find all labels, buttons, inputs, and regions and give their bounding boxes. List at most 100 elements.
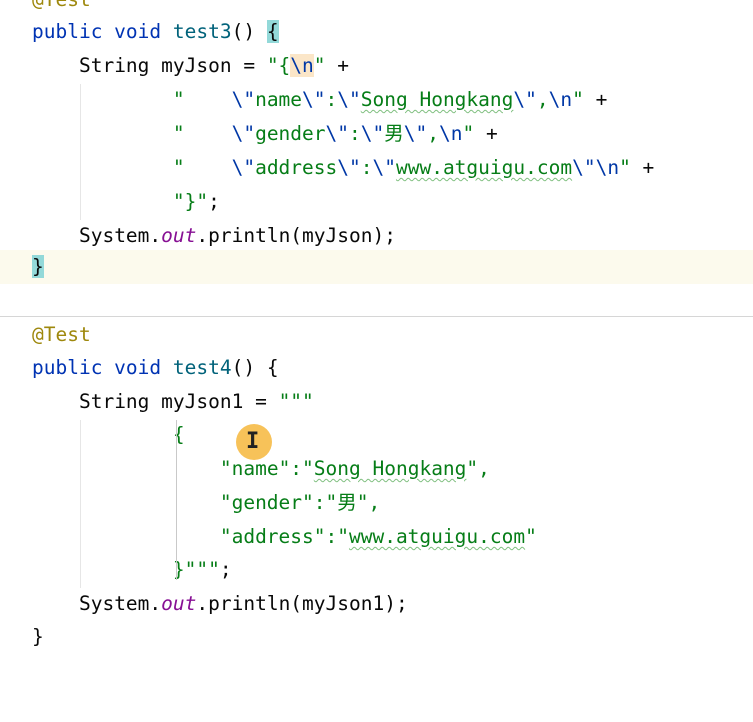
escape-quote: \"	[337, 156, 361, 179]
signature-parens: ()	[231, 20, 267, 43]
code-line-test3-signature[interactable]: public void test3() {	[0, 15, 753, 49]
string-quote: "	[462, 122, 475, 145]
string-colon: :	[349, 122, 361, 145]
text-block-indent-guide	[176, 420, 177, 580]
string-colon: :	[325, 88, 338, 111]
string-close-brace: "}"	[172, 190, 209, 213]
code-line-myjson-declaration[interactable]: String myJson = "{\n" +	[0, 49, 753, 83]
static-field-out: out	[161, 224, 197, 247]
escape-quote: \"	[360, 122, 385, 145]
string-part: "	[172, 156, 232, 179]
escape-newline: \n	[439, 122, 463, 145]
escape-quote: \"	[572, 156, 596, 179]
escape-quote: \"	[513, 88, 537, 111]
println-call: .println(myJson);	[196, 224, 396, 247]
system-class: System.	[78, 224, 162, 247]
string-comma: ,	[427, 122, 439, 145]
text-block-close: }"""	[172, 558, 220, 581]
text-block-open: """	[278, 390, 314, 413]
string-value-name: Song Hongkang	[360, 88, 514, 111]
code-line-name-field[interactable]: " \"name\":\"Song Hongkang\",\n" +	[0, 83, 753, 117]
escape-quote: \"	[337, 88, 361, 111]
matched-open-brace: {	[266, 20, 279, 43]
code-line-test4-signature[interactable]: public void test4() {	[0, 351, 753, 385]
string-value-address: www.atguigu.com	[395, 156, 573, 179]
concat-operator: +	[325, 54, 350, 77]
text-block-open-brace: {	[172, 423, 185, 446]
string-key-address: address	[255, 156, 338, 179]
text-comma: ",	[356, 491, 381, 514]
method-name-test3: test3	[172, 20, 232, 43]
escape-quote: \"	[325, 122, 350, 145]
escape-quote: \"	[403, 122, 428, 145]
code-line-close-string[interactable]: "}";	[0, 185, 753, 219]
code-line-address-field[interactable]: " \"address\":\"www.atguigu.com\"\n" +	[0, 151, 753, 185]
keyword-public-void: public void	[32, 20, 173, 43]
escape-quote: \"	[372, 156, 396, 179]
code-line-text-block-close[interactable]: }""";	[0, 553, 753, 587]
text-cursor-icon: I	[246, 429, 260, 454]
semicolon: ;	[219, 558, 232, 581]
keyword-public-void: public void	[32, 356, 173, 379]
code-line-println-myjson1[interactable]: System.out.println(myJson1);	[0, 587, 753, 621]
method-name-test4: test4	[172, 356, 232, 379]
code-editor[interactable]: @Test public void test3() { String myJso…	[0, 0, 753, 669]
text-value-name: Song Hongkang	[313, 457, 467, 480]
concat-operator: +	[474, 122, 498, 145]
text-key-address: "address":"	[219, 525, 349, 548]
escape-newline: \n	[548, 88, 573, 111]
code-line-text-block-address[interactable]: "address":"www.atguigu.com"	[0, 520, 753, 554]
text-value-address: www.atguigu.com	[348, 525, 526, 548]
escape-quote: \"	[231, 156, 256, 179]
code-line-myjson1-declaration[interactable]: String myJson1 = """	[0, 385, 753, 419]
code-line-text-block-name[interactable]: "name":"Song Hongkang",	[0, 452, 753, 486]
code-line-println-myjson[interactable]: System.out.println(myJson);	[0, 219, 753, 253]
string-quote: "	[572, 88, 584, 111]
annotation-test: @Test	[32, 323, 91, 346]
system-class: System.	[78, 592, 162, 615]
signature-parens-brace: () {	[231, 356, 279, 379]
text-key-gender: "gender":"	[219, 491, 338, 514]
string-part: "	[172, 122, 232, 145]
text-value-gender: 男	[337, 491, 357, 514]
declaration-string-myjson: String myJson =	[78, 54, 267, 77]
indent-guide	[80, 84, 81, 220]
code-line-close-test3-caret[interactable]: }	[0, 250, 753, 284]
code-line-gender-field[interactable]: " \"gender\":\"男\",\n" +	[0, 117, 753, 151]
close-brace: }	[32, 625, 44, 648]
escape-newline-highlighted: \n	[290, 54, 314, 77]
escape-newline: \n	[595, 156, 620, 179]
code-line-text-block-gender[interactable]: "gender":"男",	[0, 486, 753, 520]
text-key-name: name	[231, 457, 279, 480]
code-line-annotation[interactable]: @Test	[0, 318, 753, 352]
code-line-text-block-brace[interactable]: {	[0, 418, 753, 452]
string-literal-open: "{	[266, 54, 291, 77]
escape-quote: \"	[231, 88, 256, 111]
concat-operator: +	[583, 88, 608, 111]
code-line-close-test4[interactable]: }	[0, 620, 753, 654]
string-colon: :	[360, 156, 373, 179]
text-quote: "	[219, 457, 232, 480]
method-separator	[0, 316, 753, 317]
text-quote: "	[525, 525, 537, 548]
text-comma: ",	[466, 457, 490, 480]
text-colon: ":"	[278, 457, 314, 480]
static-field-out: out	[161, 592, 197, 615]
escape-quote: \"	[302, 88, 326, 111]
string-key-name: name	[255, 88, 303, 111]
declaration-string-myjson1: String myJson1 =	[78, 390, 279, 413]
string-part: "	[172, 88, 232, 111]
println-call: .println(myJson1);	[196, 592, 408, 615]
escape-quote: \"	[231, 122, 256, 145]
